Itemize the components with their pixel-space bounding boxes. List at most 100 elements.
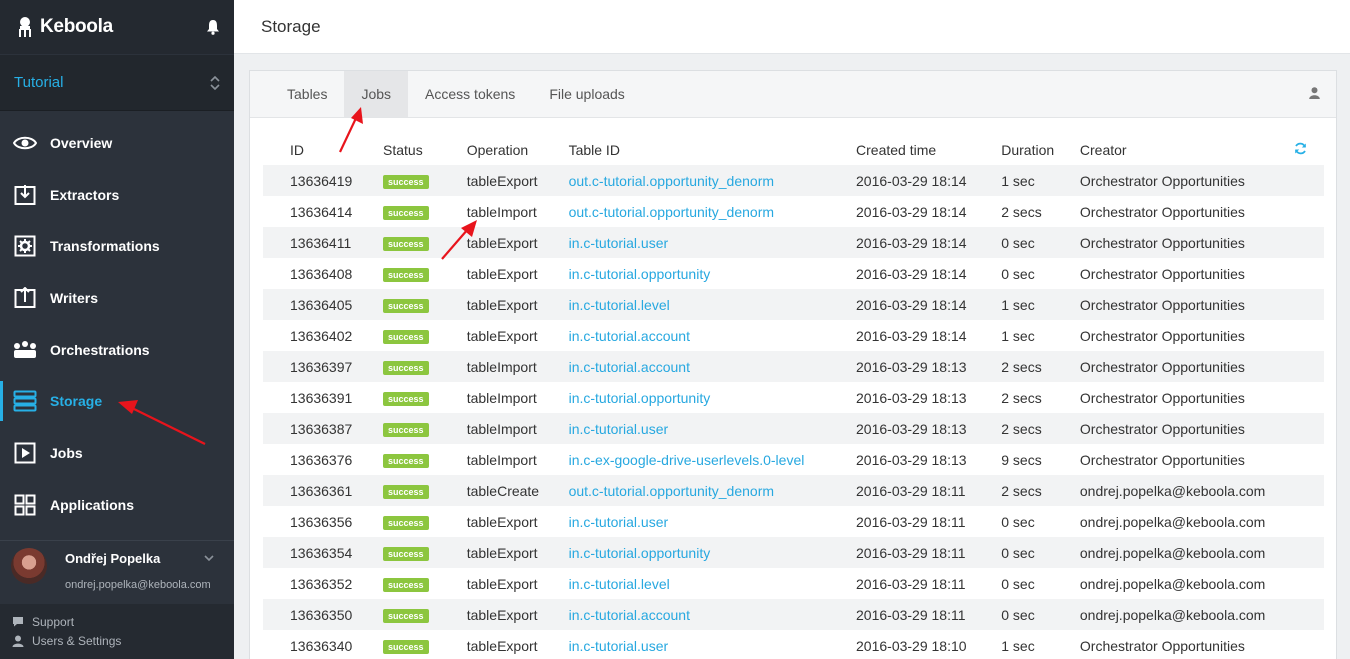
tab-file-uploads[interactable]: File uploads <box>532 71 642 117</box>
status-cell: success <box>383 351 467 382</box>
sidebar-item-jobs[interactable]: Jobs <box>0 427 234 479</box>
user-menu[interactable]: Ondřej Popelka ondrej.popelka@keboola.co… <box>0 540 234 604</box>
table-id-cell: in.c-tutorial.opportunity <box>568 537 857 568</box>
status-badge: success <box>383 578 429 592</box>
table-id-link[interactable]: in.c-tutorial.opportunity <box>569 266 711 282</box>
table-id-cell: out.c-tutorial.opportunity_denorm <box>568 165 857 196</box>
sidebar-item-overview[interactable]: Overview <box>0 117 234 169</box>
table-id-link[interactable]: in.c-tutorial.account <box>569 328 690 344</box>
duration: 2 secs <box>1001 413 1080 444</box>
avatar <box>11 548 47 584</box>
status-badge: success <box>383 330 429 344</box>
created-time: 2016-03-29 18:11 <box>856 575 966 592</box>
table-id-cell: out.c-tutorial.opportunity_denorm <box>568 475 857 506</box>
sidebar-item-storage[interactable]: Storage <box>0 375 234 427</box>
status-badge: success <box>383 485 429 499</box>
status-badge: success <box>383 299 429 313</box>
table-id-link[interactable]: in.c-tutorial.user <box>569 421 669 437</box>
table-row[interactable]: 13636419 success tableExport out.c-tutorial… <box>263 165 1324 196</box>
status-cell: success <box>383 320 467 351</box>
table-id-link[interactable]: in.c-tutorial.user <box>569 514 669 530</box>
table-row[interactable]: 13636391 success tableImport in.c-tutorial.… <box>263 382 1324 413</box>
table-id-link[interactable]: in.c-tutorial.user <box>569 235 669 251</box>
job-id: 13636411 <box>263 227 384 258</box>
user-email: ondrej.popelka@keboola.com <box>65 579 211 591</box>
table-id-link[interactable]: in.c-tutorial.account <box>569 607 690 623</box>
table-row[interactable]: 13636402 success tableExport in.c-tutorial.… <box>263 320 1324 351</box>
table-id-link[interactable]: in.c-tutorial.account <box>569 359 690 375</box>
top-bar: Storage <box>234 0 1350 54</box>
table-id-link[interactable]: in.c-tutorial.opportunity <box>569 390 711 406</box>
duration: 1 sec <box>1001 289 1080 320</box>
table-row[interactable]: 13636405 success tableExport in.c-tutorial.… <box>263 289 1324 320</box>
status-cell: success <box>383 630 467 659</box>
table-row[interactable]: 13636376 success tableImport in.c-ex-google… <box>263 444 1324 475</box>
user-icon[interactable] <box>1309 87 1320 99</box>
table-id-cell: in.c-tutorial.level <box>568 289 857 320</box>
table-id-link[interactable]: in.c-ex-google-drive-userlevels.0-level <box>569 452 805 468</box>
table-id-link[interactable]: in.c-tutorial.user <box>569 638 669 654</box>
table-row[interactable]: 13636408 success tableExport in.c-tutorial.… <box>263 258 1324 289</box>
empty-cell <box>1293 599 1324 630</box>
status-badge: success <box>383 175 429 189</box>
table-row[interactable]: 13636411 success tableExport in.c-tutorial.… <box>263 227 1324 258</box>
sidebar-item-writers[interactable]: Writers <box>0 272 234 324</box>
created-time: 2016-03-29 18:11 <box>856 599 1002 630</box>
created-time: 2016-03-29 18:10 <box>856 637 967 654</box>
table-row[interactable]: 13636397 success tableImport in.c-tutorial.… <box>263 351 1324 382</box>
table-row[interactable]: 13636340 success tableExport in.c-tutorial.… <box>263 630 1324 659</box>
duration: 1 sec <box>1001 165 1080 196</box>
chevron-down-icon[interactable] <box>204 555 214 562</box>
table-row[interactable]: 13636350 success tableExport in.c-tutorial.… <box>263 599 1324 630</box>
table-row[interactable]: 13636361 success tableCreate out.c-tutorial… <box>263 475 1324 506</box>
empty-cell <box>1294 506 1324 537</box>
refresh-icon[interactable] <box>1294 142 1307 155</box>
table-id-link[interactable]: in.c-tutorial.level <box>569 297 670 313</box>
operation: tableExport <box>466 637 538 654</box>
operation: tableExport <box>466 599 569 630</box>
bell-icon[interactable] <box>206 19 220 35</box>
table-id-link[interactable]: out.c-tutorial.opportunity_denorm <box>569 483 774 499</box>
database-icon <box>12 388 38 414</box>
table-id-link[interactable]: in.c-tutorial.opportunity <box>569 545 711 561</box>
table-id-link[interactable]: out.c-tutorial.opportunity_denorm <box>569 173 774 189</box>
operation: tableImport <box>466 451 537 468</box>
tab-bar: Tables Jobs Access tokens File uploads <box>250 71 1336 118</box>
status-badge: success <box>383 454 429 468</box>
creator: Orchestrator Opportunities <box>1079 413 1294 444</box>
empty-cell <box>1294 382 1324 413</box>
operation: tableImport <box>466 203 537 220</box>
sidebar-item-transformations[interactable]: Transformations <box>0 220 234 272</box>
table-id-cell: in.c-tutorial.account <box>569 320 856 351</box>
table-header-row: ID Status Operation Table ID Created tim… <box>263 135 1324 165</box>
users-settings-link[interactable]: Users & Settings <box>12 631 222 650</box>
table-row[interactable]: 13636387 success tableImport in.c-tutorial.… <box>263 413 1324 444</box>
sidebar-item-label: Overview <box>50 134 113 151</box>
table-id-link[interactable]: in.c-tutorial.level <box>569 576 670 592</box>
sidebar-item-extractors[interactable]: Extractors <box>0 169 234 221</box>
play-box-icon <box>12 440 38 466</box>
sidebar-item-orchestrations[interactable]: Orchestrations <box>0 324 234 376</box>
job-id: 13636408 <box>290 265 353 282</box>
status-badge: success <box>383 547 429 561</box>
brand-logo[interactable]: Keboola <box>16 16 113 38</box>
table-row[interactable]: 13636352 success tableExport in.c-tutorial.… <box>263 568 1324 599</box>
duration: 0 sec <box>1001 227 1080 258</box>
table-row[interactable]: 13636414 success tableImport out.c-tutorial… <box>263 196 1324 227</box>
sidebar-item-applications[interactable]: Applications <box>0 479 234 531</box>
support-link[interactable]: Support <box>12 612 222 631</box>
tab-tables[interactable]: Tables <box>270 71 344 117</box>
tab-access-tokens[interactable]: Access tokens <box>408 71 532 117</box>
operation: tableImport <box>466 389 537 406</box>
refresh-cell <box>1294 135 1324 165</box>
tab-jobs[interactable]: Jobs <box>344 71 409 117</box>
project-switcher[interactable]: Tutorial <box>0 55 234 111</box>
header-status: Status <box>383 142 423 158</box>
empty-cell <box>1294 320 1324 351</box>
status-badge: success <box>383 423 429 437</box>
table-id-link[interactable]: out.c-tutorial.opportunity_denorm <box>569 204 774 220</box>
table-row[interactable]: 13636356 success tableExport in.c-tutorial.… <box>263 506 1324 537</box>
table-row[interactable]: 13636354 success tableExport in.c-tutorial.… <box>263 537 1324 568</box>
duration: 0 sec <box>1001 513 1035 530</box>
creator: Orchestrator Opportunities <box>1079 289 1294 320</box>
